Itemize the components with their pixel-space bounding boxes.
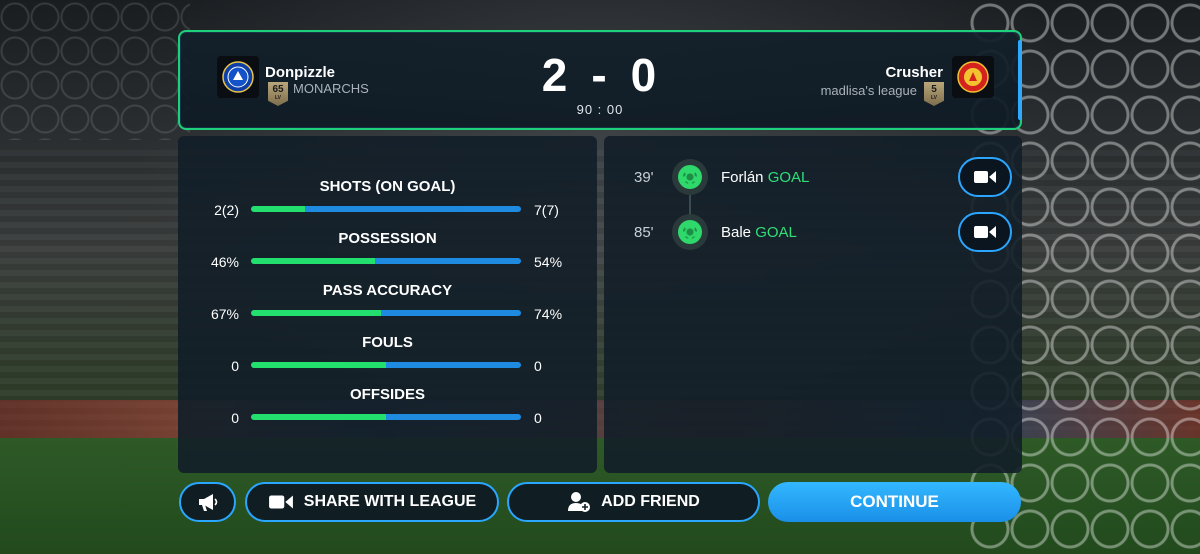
event-row: 85' Bale GOAL [604, 212, 1022, 252]
share-with-league-button[interactable]: SHARE WITH LEAGUE [245, 482, 499, 522]
video-camera-icon [268, 495, 293, 509]
stat-bar-home-fill [251, 362, 386, 368]
match-events-panel: 39' Forlán GOAL 85' Bale GOAL [604, 136, 1022, 473]
match-stats-panel: SHOTS (ON GOAL) 2(2) 7(7) POSSESSION 46%… [178, 136, 597, 473]
event-type: GOAL [755, 224, 797, 241]
home-score: 2 [541, 49, 570, 101]
replay-video-button[interactable] [958, 157, 1012, 197]
event-minute: 39' [634, 169, 654, 186]
stat-row-pass-accuracy: PASS ACCURACY 67% 74% [178, 282, 597, 334]
add-friend-label: ADD FRIEND [601, 493, 700, 510]
stat-bar [251, 310, 521, 316]
announce-button[interactable] [179, 482, 236, 522]
away-league-name: madlisa's league [820, 83, 917, 98]
stat-home-value: 46% [210, 254, 239, 270]
add-friend-button[interactable]: ADD FRIEND [507, 482, 760, 522]
continue-button[interactable]: CONTINUE [768, 482, 1021, 522]
stat-title: SHOTS (ON GOAL) [319, 178, 456, 195]
stat-title: PASS ACCURACY [322, 282, 453, 299]
event-row: 39' Forlán GOAL [604, 157, 1022, 197]
stat-away-value: 54% [534, 254, 563, 270]
event-description: Forlán GOAL [721, 169, 809, 186]
stat-home-value: 67% [210, 306, 239, 322]
video-camera-icon [974, 171, 996, 183]
stat-title: FOULS [362, 334, 413, 351]
event-minute: 85' [634, 224, 654, 241]
stat-bar [251, 206, 521, 212]
stat-row-offsides: OFFSIDES 0 0 [178, 386, 597, 438]
stat-bar-home-fill [251, 206, 305, 212]
away-crest-icon [952, 56, 994, 98]
stat-bar-home-fill [251, 258, 376, 264]
goal-net-left [0, 0, 190, 140]
stat-title: POSSESSION [338, 230, 437, 247]
score-header: Donpizzle 65 LV MONARCHS 2-0 90 : 00 Cru… [178, 30, 1022, 130]
event-description: Bale GOAL [721, 224, 797, 241]
stat-home-value: 2(2) [214, 202, 239, 218]
video-camera-icon [974, 226, 996, 238]
continue-label: CONTINUE [850, 492, 939, 511]
stat-bar [251, 414, 521, 420]
goal-ball-icon [672, 159, 708, 195]
goal-ball-icon [672, 214, 708, 250]
stat-away-value: 0 [534, 410, 542, 426]
away-team-name: Crusher [885, 64, 943, 81]
score-separator: - [591, 49, 609, 101]
stat-away-value: 7(7) [534, 202, 559, 218]
event-type: GOAL [767, 169, 810, 186]
match-clock: 90 : 00 [576, 102, 624, 117]
stat-bar-home-fill [251, 310, 381, 316]
stat-home-value: 0 [231, 410, 239, 426]
megaphone-icon [198, 494, 217, 511]
stat-bar [251, 258, 521, 264]
stat-away-value: 0 [534, 358, 542, 374]
replay-video-button[interactable] [958, 212, 1012, 252]
stat-row-possession: POSSESSION 46% 54% [178, 230, 597, 282]
stat-home-value: 0 [231, 358, 239, 374]
event-player: Bale [721, 224, 752, 241]
stat-row-fouls: FOULS 0 0 [178, 334, 597, 386]
add-user-icon [568, 492, 591, 512]
event-player: Forlán [721, 169, 764, 186]
stat-bar [251, 362, 521, 368]
stat-row-shots: SHOTS (ON GOAL) 2(2) 7(7) [178, 178, 597, 230]
stat-away-value: 74% [534, 306, 563, 322]
share-label: SHARE WITH LEAGUE [303, 493, 477, 510]
stat-bar-home-fill [251, 414, 386, 420]
away-score: 0 [630, 49, 659, 101]
stat-title: OFFSIDES [349, 386, 425, 403]
